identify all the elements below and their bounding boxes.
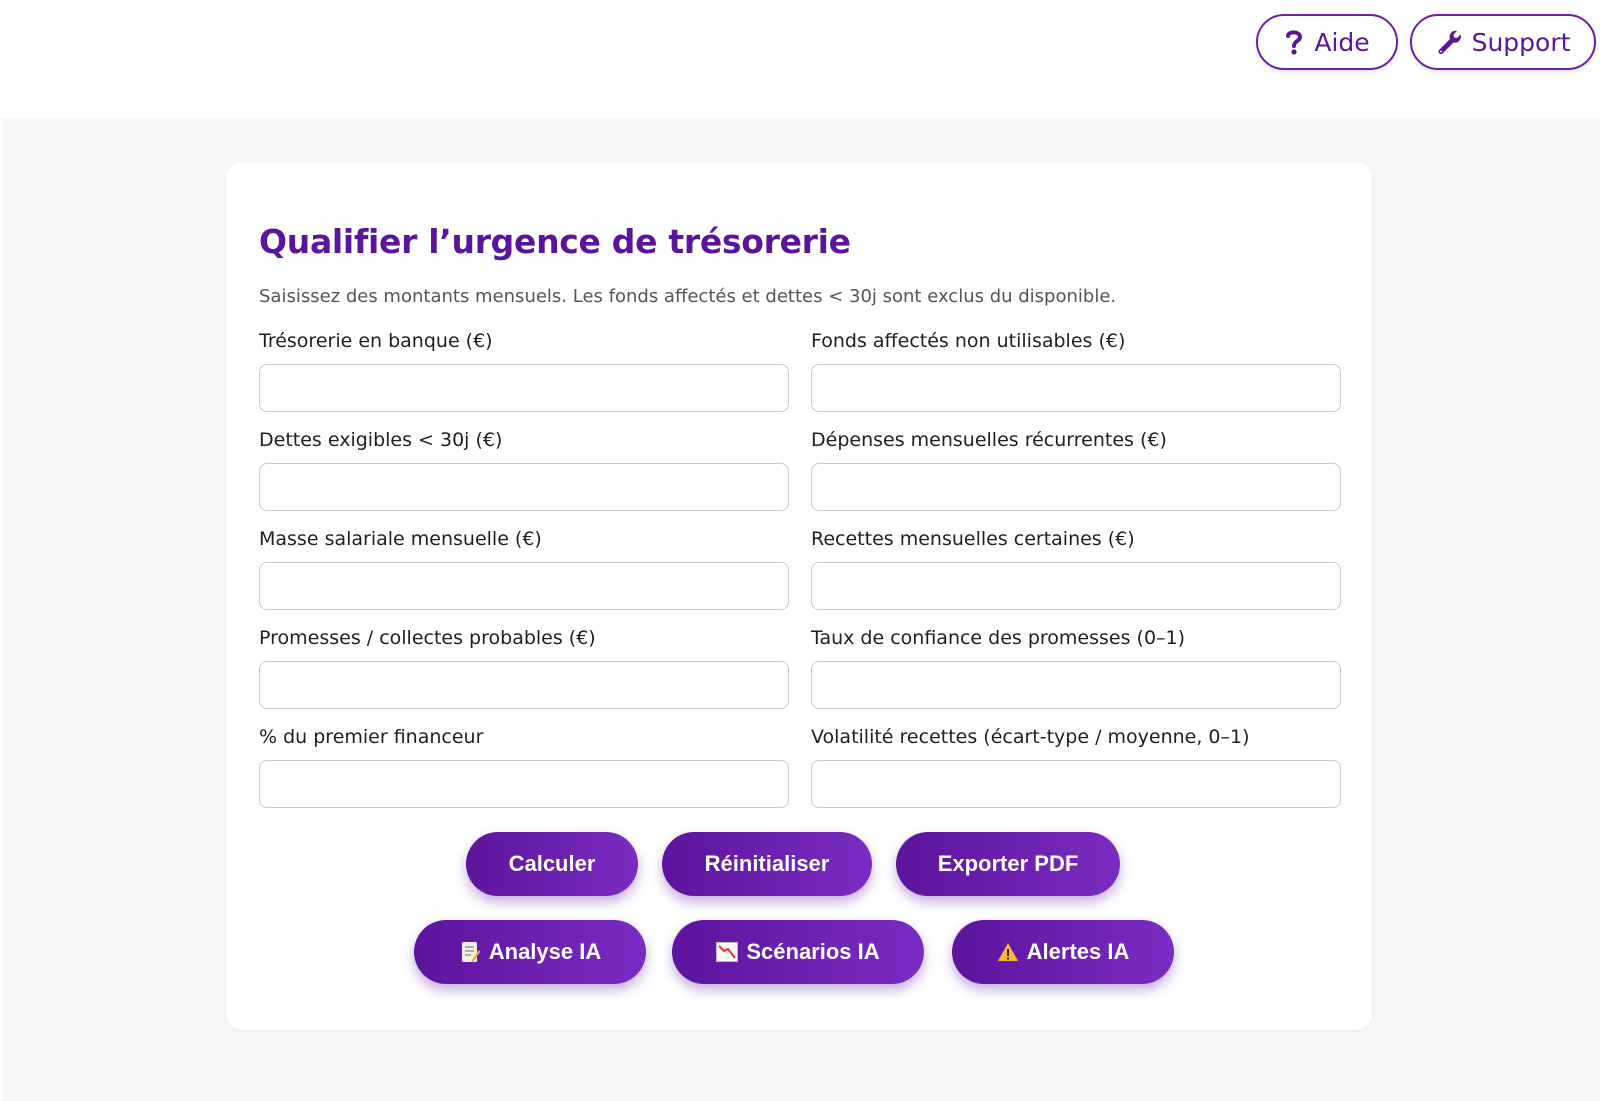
support-button[interactable]: Support <box>1410 14 1596 70</box>
field-label: Taux de confiance des promesses (0–1) <box>811 627 1186 649</box>
help-label: Aide <box>1314 27 1370 57</box>
field-label: Fonds affectés non utilisables (€) <box>811 330 1126 352</box>
field-recurring-expenses: Dépenses mensuelles récurrentes (€) <box>811 427 1341 511</box>
restricted-funds-input[interactable] <box>811 364 1341 412</box>
bank-cash-input[interactable] <box>259 364 789 412</box>
recurring-expenses-input[interactable] <box>811 463 1341 511</box>
field-label: Promesses / collectes probables (€) <box>259 627 596 649</box>
help-button[interactable]: Aide <box>1256 14 1398 70</box>
field-short-term-debts: Dettes exigibles < 30j (€) <box>259 427 789 511</box>
memo-icon <box>459 941 481 963</box>
pledge-confidence-input[interactable] <box>811 661 1341 709</box>
field-pledge-confidence: Taux de confiance des promesses (0–1) <box>811 625 1341 709</box>
chart-decreasing-icon <box>716 941 739 963</box>
revenue-volatility-input[interactable] <box>811 760 1341 808</box>
pledges-input[interactable] <box>259 661 789 709</box>
treasury-form-card: Qualifier l’urgence de trésorerie Saisis… <box>226 162 1372 1030</box>
field-label: Dettes exigibles < 30j (€) <box>259 429 503 451</box>
wrench-icon <box>1436 29 1462 55</box>
top-funder-share-input[interactable] <box>259 760 789 808</box>
question-mark-icon <box>1284 28 1304 56</box>
certain-revenue-input[interactable] <box>811 562 1341 610</box>
field-label: % du premier financeur <box>259 726 484 748</box>
field-label: Recettes mensuelles certaines (€) <box>811 528 1135 550</box>
reset-button[interactable]: Réinitialiser <box>662 832 872 896</box>
field-pledges: Promesses / collectes probables (€) <box>259 625 789 709</box>
field-label: Masse salariale mensuelle (€) <box>259 528 542 550</box>
ai-scenarios-button[interactable]: Scénarios IA <box>672 920 924 984</box>
top-bar: Aide Support <box>0 0 1600 118</box>
field-restricted-funds: Fonds affectés non utilisables (€) <box>811 328 1341 412</box>
field-certain-revenue: Recettes mensuelles certaines (€) <box>811 526 1341 610</box>
form-instructions: Saisissez des montants mensuels. Les fon… <box>259 286 1117 307</box>
field-bank-cash: Trésorerie en banque (€) <box>259 328 789 412</box>
ai-alerts-label: Alertes IA <box>1026 939 1130 964</box>
ai-analysis-label: Analyse IA <box>488 939 602 964</box>
field-label: Dépenses mensuelles récurrentes (€) <box>811 429 1167 451</box>
field-top-funder-share: % du premier financeur <box>259 724 789 808</box>
calculate-button[interactable]: Calculer <box>466 832 638 896</box>
field-label: Volatilité recettes (écart-type / moyenn… <box>811 726 1250 748</box>
page-background: Qualifier l’urgence de trésorerie Saisis… <box>2 118 1600 1101</box>
field-payroll: Masse salariale mensuelle (€) <box>259 526 789 610</box>
support-label: Support <box>1471 27 1571 57</box>
field-revenue-volatility: Volatilité recettes (écart-type / moyenn… <box>811 724 1341 808</box>
page-title: Qualifier l’urgence de trésorerie <box>259 222 851 261</box>
ai-alerts-button[interactable]: Alertes IA <box>952 920 1174 984</box>
warning-icon <box>997 941 1019 963</box>
ai-analysis-button[interactable]: Analyse IA <box>414 920 646 984</box>
export-pdf-button[interactable]: Exporter PDF <box>896 832 1120 896</box>
top-actions: Aide Support <box>1256 14 1596 70</box>
payroll-input[interactable] <box>259 562 789 610</box>
field-label: Trésorerie en banque (€) <box>259 330 493 352</box>
short-term-debts-input[interactable] <box>259 463 789 511</box>
ai-scenarios-label: Scénarios IA <box>746 939 880 964</box>
